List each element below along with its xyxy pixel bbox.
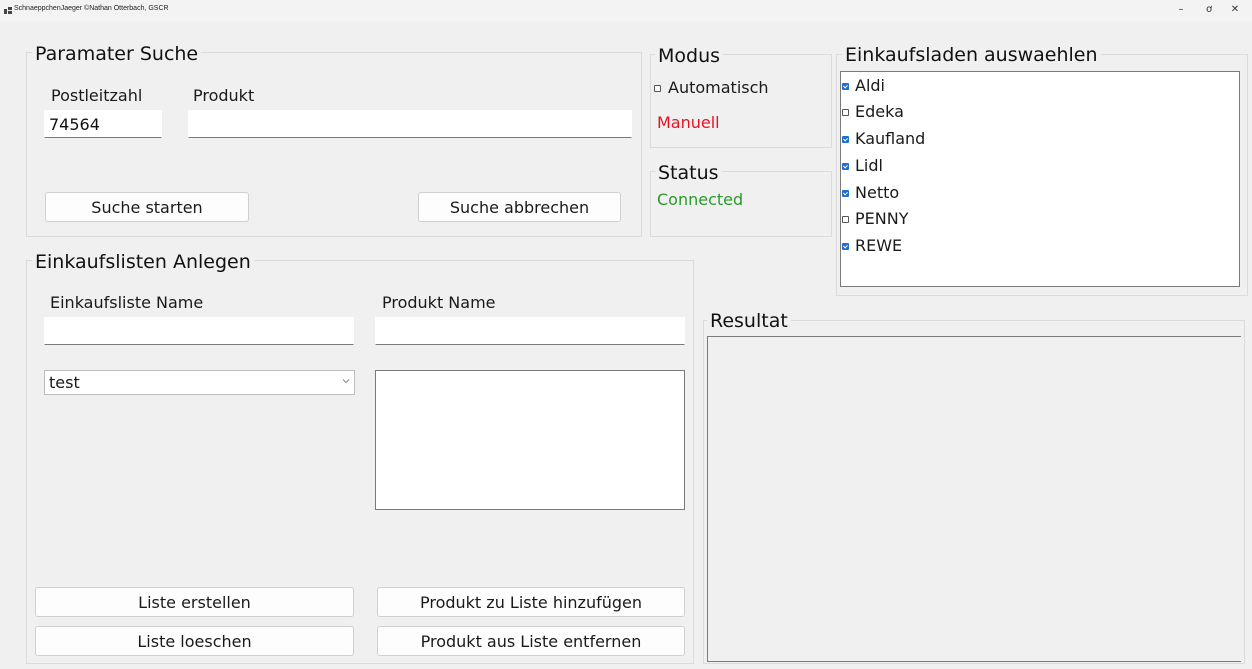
title-bar: SchnaeppchenJaeger ©Nathan Otterbach, GS…	[0, 0, 1252, 22]
result-legend: Resultat	[707, 309, 791, 333]
store-item-edeka[interactable]: Edeka	[841, 101, 1237, 127]
store-item-kaufland[interactable]: Kaufland	[841, 128, 1237, 154]
store-item-rewe[interactable]: REWE	[841, 235, 1237, 261]
connection-status-text: Connected	[657, 190, 744, 209]
store-checkbox[interactable]	[842, 216, 849, 223]
create-list-button[interactable]: Liste erstellen	[35, 587, 354, 617]
store-checkbox[interactable]	[842, 190, 849, 197]
list-name-label: Einkaufsliste Name	[50, 293, 204, 312]
product-name-input[interactable]	[375, 317, 685, 345]
store-name: Netto	[855, 183, 900, 202]
list-name-input[interactable]	[44, 317, 354, 345]
chevron-down-icon	[342, 379, 350, 384]
store-name: Lidl	[855, 156, 883, 175]
shopping-list-dropdown[interactable]: test	[44, 370, 355, 395]
store-item-lidl[interactable]: Lidl	[841, 155, 1237, 181]
window-title: SchnaeppchenJaeger ©Nathan Otterbach, GS…	[14, 5, 169, 12]
cancel-search-button[interactable]: Suche abbrechen	[418, 192, 621, 222]
search-parameters-legend: Paramater Suche	[32, 42, 202, 66]
automatic-checkbox[interactable]	[654, 85, 661, 92]
app-icon	[4, 7, 12, 14]
store-checkbox[interactable]	[842, 109, 849, 116]
store-item-aldi[interactable]: Aldi	[841, 75, 1237, 101]
store-name: REWE	[855, 236, 903, 255]
store-checklist[interactable]: Aldi Edeka Kaufland Lidl Netto PENNY REW…	[840, 71, 1240, 287]
product-name-label: Produkt Name	[382, 293, 496, 312]
store-checkbox[interactable]	[842, 163, 849, 170]
remove-product-from-list-button[interactable]: Produkt aus Liste entfernen	[377, 626, 685, 656]
postal-code-input[interactable]	[44, 110, 162, 138]
product-input[interactable]	[188, 110, 632, 138]
store-item-penny[interactable]: PENNY	[841, 208, 1237, 234]
manual-mode-text: Manuell	[657, 113, 720, 132]
mode-legend: Modus	[655, 44, 724, 68]
list-products-listbox[interactable]	[375, 370, 685, 510]
automatic-label[interactable]: Automatisch	[668, 78, 769, 97]
store-name: PENNY	[855, 209, 909, 228]
add-product-to-list-button[interactable]: Produkt zu Liste hinzufügen	[377, 587, 685, 617]
store-name: Aldi	[855, 76, 885, 95]
result-display[interactable]	[707, 336, 1241, 662]
status-legend: Status	[655, 161, 722, 185]
store-name: Edeka	[855, 102, 904, 121]
store-name: Kaufland	[855, 129, 926, 148]
restore-icon[interactable]: ơ	[1198, 2, 1220, 18]
store-checkbox[interactable]	[842, 136, 849, 143]
store-item-netto[interactable]: Netto	[841, 182, 1237, 208]
shopping-lists-legend: Einkaufslisten Anlegen	[32, 250, 254, 274]
selected-list-value: test	[49, 373, 80, 392]
start-search-button[interactable]: Suche starten	[45, 192, 249, 222]
minimize-icon[interactable]: –	[1170, 2, 1192, 18]
store-checkbox[interactable]	[842, 83, 849, 90]
postal-code-label: Postleitzahl	[51, 86, 143, 105]
close-icon[interactable]: ✕	[1224, 2, 1246, 18]
delete-list-button[interactable]: Liste loeschen	[35, 626, 354, 656]
product-label: Produkt	[193, 86, 255, 105]
store-checkbox[interactable]	[842, 243, 849, 250]
store-selection-legend: Einkaufsladen auswaehlen	[842, 43, 1101, 67]
mode-group	[650, 54, 832, 148]
